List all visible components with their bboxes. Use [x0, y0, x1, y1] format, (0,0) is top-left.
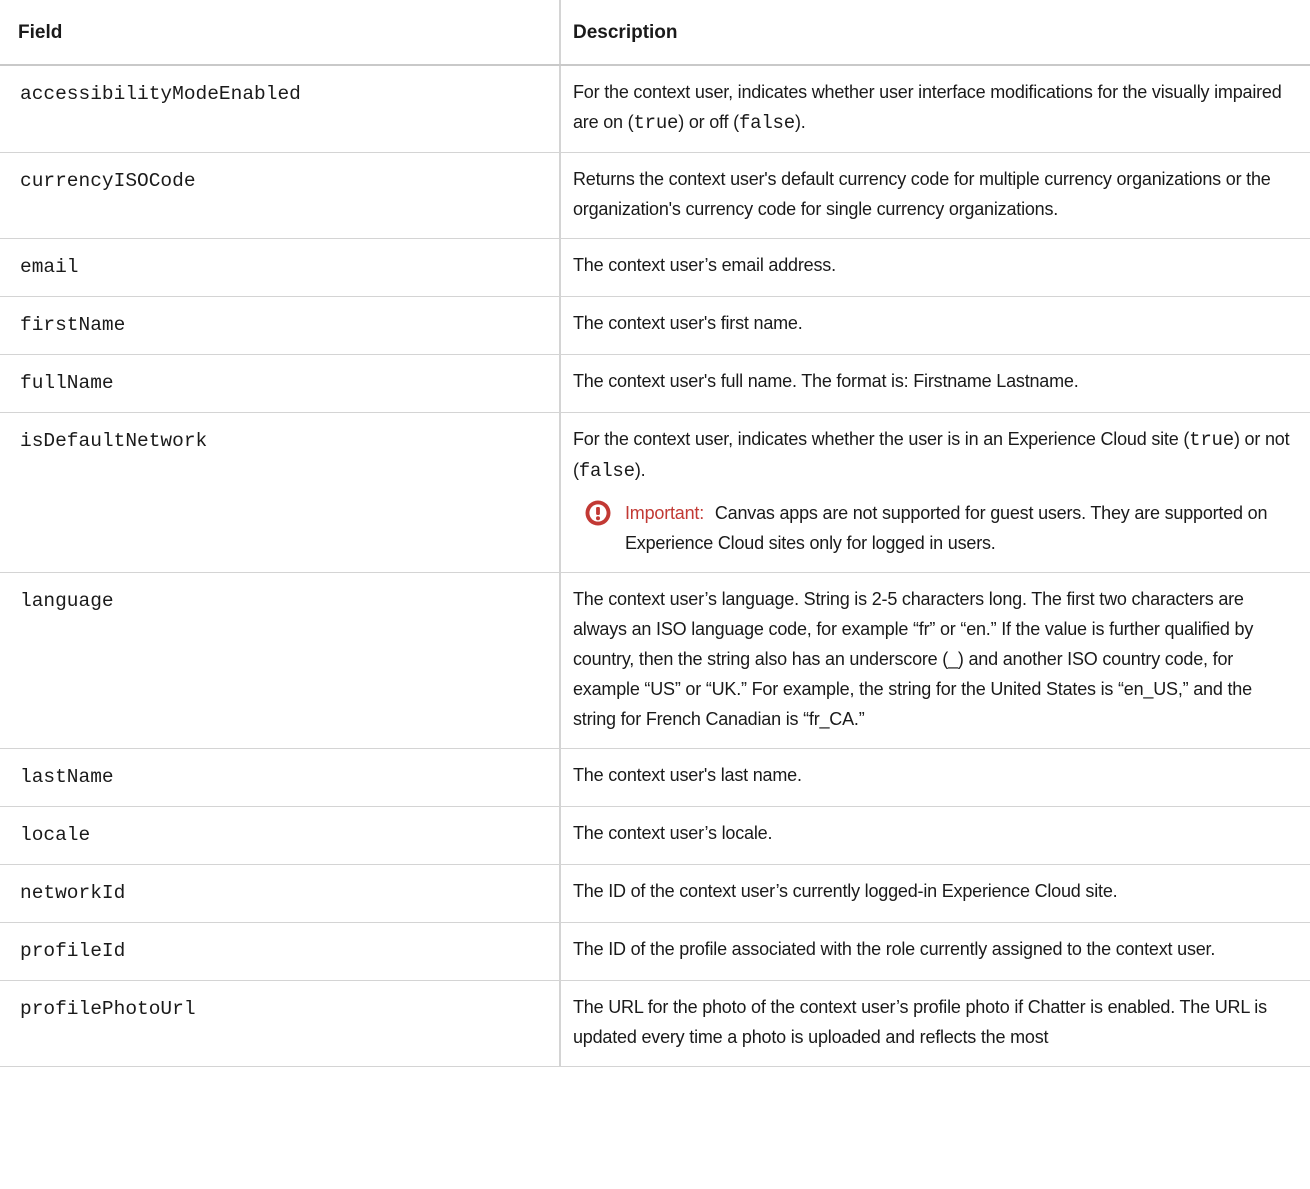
- table-header-row: Field Description: [0, 0, 1310, 66]
- field-name: profileId: [0, 922, 560, 981]
- field-name: lastName: [0, 748, 560, 807]
- table-row: firstName The context user's first name.: [0, 296, 1310, 355]
- description-text: ).: [794, 112, 806, 132]
- field-name: networkId: [0, 864, 560, 923]
- field-description: For the context user, indicates whether …: [559, 65, 1310, 153]
- code-value-false: false: [738, 112, 795, 134]
- field-description: The ID of the context user’s currently l…: [559, 864, 1310, 923]
- field-name: locale: [0, 806, 560, 865]
- field-description: Returns the context user's default curre…: [559, 152, 1310, 239]
- exclamation-circle-icon: [585, 500, 611, 526]
- column-header-description: Description: [559, 0, 1310, 66]
- field-name: currencyISOCode: [0, 152, 560, 239]
- field-name: profilePhotoUrl: [0, 980, 560, 1067]
- field-name: firstName: [0, 296, 560, 355]
- table-row: email The context user’s email address.: [0, 238, 1310, 297]
- field-description: The ID of the profile associated with th…: [559, 922, 1310, 981]
- important-label: Important:: [625, 503, 705, 523]
- field-description: For the context user, indicates whether …: [559, 412, 1310, 573]
- table-row: language The context user’s language. St…: [0, 572, 1310, 749]
- description-paragraph: For the context user, indicates whether …: [573, 424, 1298, 486]
- field-description: The context user’s email address.: [559, 238, 1310, 297]
- field-description-table: Field Description accessibilityModeEnabl…: [0, 0, 1310, 1067]
- field-name: accessibilityModeEnabled: [0, 65, 560, 153]
- table-row: locale The context user’s locale.: [0, 806, 1310, 865]
- description-text: ).: [634, 460, 646, 480]
- important-text: Canvas apps are not supported for guest …: [625, 503, 1268, 553]
- table-row: lastName The context user's last name.: [0, 748, 1310, 807]
- important-note-text: Important: Canvas apps are not supported…: [625, 498, 1298, 558]
- field-description: The context user's last name.: [559, 748, 1310, 807]
- column-header-field: Field: [0, 0, 560, 66]
- table-row: profilePhotoUrl The URL for the photo of…: [0, 980, 1310, 1067]
- field-description: The context user’s locale.: [559, 806, 1310, 865]
- description-text: ) or off (: [678, 112, 739, 132]
- code-value-true: true: [633, 112, 679, 134]
- field-description: The context user’s language. String is 2…: [559, 572, 1310, 749]
- table-row: accessibilityModeEnabled For the context…: [0, 65, 1310, 153]
- field-name: language: [0, 572, 560, 749]
- field-name: isDefaultNetwork: [0, 412, 560, 573]
- table-row: currencyISOCode Returns the context user…: [0, 152, 1310, 239]
- field-description: The context user's full name. The format…: [559, 354, 1310, 413]
- table-row: profileId The ID of the profile associat…: [0, 922, 1310, 981]
- code-value-false: false: [578, 460, 635, 482]
- table-row: networkId The ID of the context user’s c…: [0, 864, 1310, 923]
- field-name: fullName: [0, 354, 560, 413]
- table-row: fullName The context user's full name. T…: [0, 354, 1310, 413]
- description-text: For the context user, indicates whether …: [573, 429, 1190, 449]
- code-value-true: true: [1189, 429, 1234, 451]
- field-description: The URL for the photo of the context use…: [559, 980, 1310, 1067]
- field-description: The context user's first name.: [559, 296, 1310, 355]
- important-note: Important: Canvas apps are not supported…: [573, 498, 1298, 558]
- table-row: isDefaultNetwork For the context user, i…: [0, 412, 1310, 573]
- field-name: email: [0, 238, 560, 297]
